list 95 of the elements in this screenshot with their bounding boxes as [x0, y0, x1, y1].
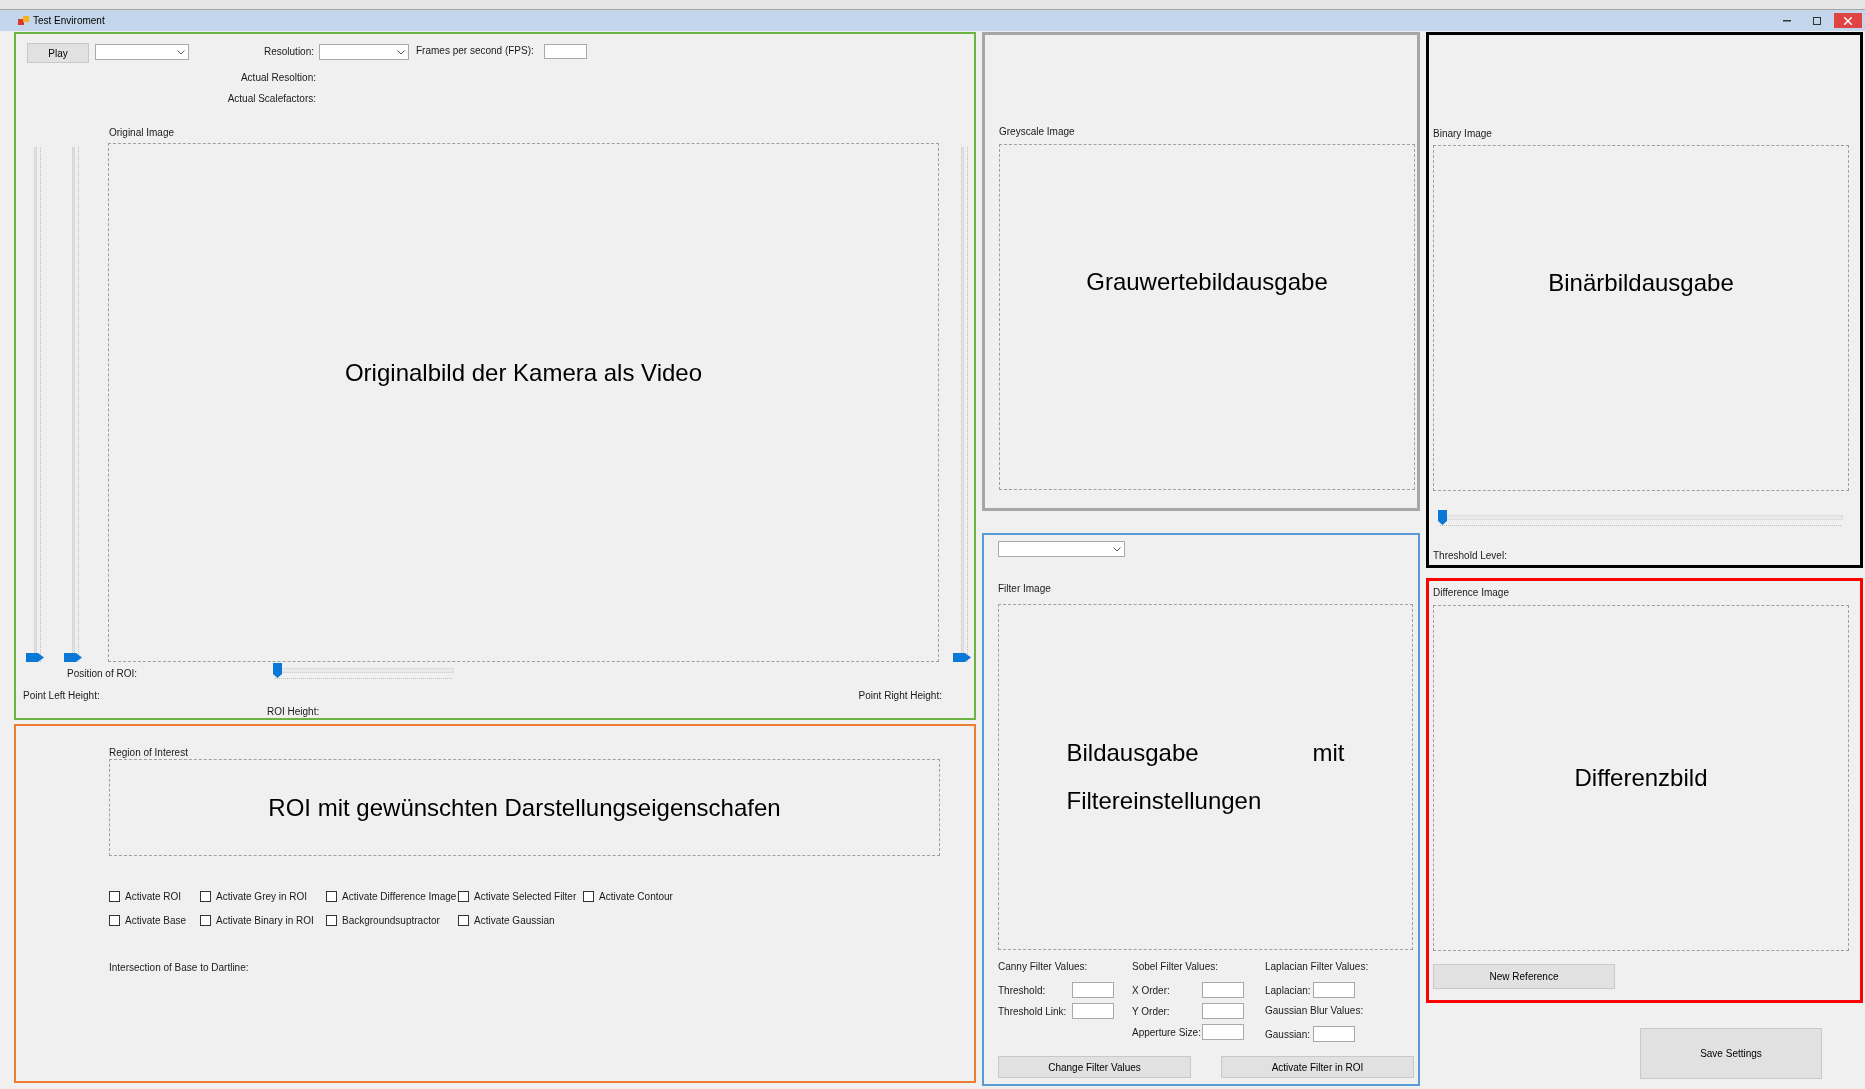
filter-button[interactable]: Change Filter Values [998, 1056, 1191, 1078]
dropdown[interactable] [998, 541, 1125, 557]
maximize-icon [1813, 16, 1821, 25]
input-field[interactable] [1072, 982, 1114, 998]
intersection-label: Intersection of Base to Dartline: [109, 961, 249, 975]
point-left-label: Point Left Height: [23, 689, 100, 703]
checkbox-label: Activate Gaussian [474, 914, 555, 928]
field-label: Threshold: [998, 983, 1047, 998]
checkbox-box[interactable] [583, 891, 594, 902]
fps-field[interactable] [544, 44, 587, 59]
image-caption: Grauwertebildausgabe [1086, 267, 1328, 297]
vertical-slider[interactable] [953, 147, 971, 662]
threshold-label: Threshold Level: [1433, 549, 1507, 563]
app-icon [18, 15, 29, 26]
filter-button[interactable]: Activate Filter in ROI [1221, 1056, 1414, 1078]
group-heading: Laplacian Filter Values: [1265, 960, 1369, 974]
input-field[interactable] [1072, 1003, 1114, 1019]
input-field[interactable] [1313, 1026, 1355, 1042]
checkbox-label: Activate Contour [599, 890, 673, 904]
checkbox-label: Activate ROI [125, 890, 182, 904]
checkbox-box[interactable] [109, 915, 120, 926]
chevron-down-icon [177, 49, 185, 55]
checkbox-label: Activate Binary in ROI [216, 914, 314, 928]
field-label: Apperture Size: [1132, 1025, 1202, 1040]
horizontal-slider[interactable] [1438, 510, 1843, 528]
chevron-down-icon [397, 49, 405, 55]
resolution-label: Resolution: [262, 45, 314, 59]
save-settings-button[interactable]: Save Settings [1640, 1028, 1822, 1079]
checkbox[interactable]: Activate Difference Image [326, 889, 457, 904]
roi-caption: ROI mit gewünschten Darstellungseigenschafen [268, 792, 781, 823]
horizontal-slider[interactable] [273, 663, 454, 681]
input-field[interactable] [1202, 1024, 1244, 1040]
checkbox[interactable]: Backgroundsuptractor [326, 913, 440, 928]
group-heading: Gaussian Blur Values: [1265, 1004, 1365, 1018]
checkbox[interactable]: Activate Grey in ROI [200, 889, 308, 904]
field-label: X Order: [1132, 983, 1171, 998]
close-icon [1844, 16, 1852, 25]
slider-thumb[interactable] [953, 653, 971, 662]
field-label: Laplacian: [1265, 983, 1312, 998]
slider-thumb[interactable] [273, 663, 282, 678]
fps-label: Frames per second (FPS): [416, 44, 534, 58]
image-label: Filter Image [998, 582, 1051, 596]
checkbox-box[interactable] [200, 915, 211, 926]
group-heading: Sobel Filter Values: [1132, 960, 1219, 974]
input-field[interactable] [1202, 1003, 1244, 1019]
checkbox-box[interactable] [458, 891, 469, 902]
checkbox-label: Activate Difference Image [342, 890, 457, 904]
image-caption: Originalbild der Kamera als Video [344, 357, 703, 388]
image-caption: Binärbildausgabe [1548, 268, 1734, 298]
checkbox[interactable]: Activate Base [109, 913, 187, 928]
checkbox-label: Activate Selected Filter [474, 890, 577, 904]
field-label: Threshold Link: [998, 1004, 1068, 1019]
checkbox-box[interactable] [200, 891, 211, 902]
dropdown[interactable] [95, 44, 189, 60]
dropdown[interactable] [319, 44, 409, 60]
slider-thumb[interactable] [64, 653, 82, 662]
image-label: Original Image [109, 126, 175, 140]
checkbox-label: Activate Grey in ROI [216, 890, 308, 904]
window-title: Test Enviroment [33, 14, 105, 28]
checkbox-label: Backgroundsuptractor [342, 914, 440, 928]
resolution-label: Actual Resoltion: [239, 71, 316, 85]
checkbox[interactable]: Activate Binary in ROI [200, 913, 314, 928]
image-label: Binary Image [1433, 127, 1492, 141]
checkbox[interactable]: Activate ROI [109, 889, 182, 904]
checkbox[interactable]: Activate Gaussian [458, 913, 555, 928]
input-field[interactable] [1202, 982, 1244, 998]
input-field[interactable] [1313, 982, 1355, 998]
checkbox-box[interactable] [109, 891, 120, 902]
image-caption: Bildausgabe mit Filtereinstellungen [1066, 738, 1345, 816]
vertical-slider[interactable] [26, 147, 44, 662]
checkbox-box[interactable] [326, 891, 337, 902]
checkbox-box[interactable] [458, 915, 469, 926]
image-label: Difference Image [1433, 586, 1509, 600]
minimize-icon [1783, 19, 1791, 22]
position-label: Position of ROI: [67, 667, 138, 681]
checkbox[interactable]: Activate Contour [583, 889, 673, 904]
image-label: Greyscale Image [999, 125, 1075, 139]
play-button[interactable]: Play [27, 43, 89, 63]
point-right-label: Point Right Height: [857, 689, 942, 703]
field-label: Gaussian: [1265, 1027, 1312, 1042]
slider-thumb[interactable] [26, 653, 44, 662]
checkbox-box[interactable] [326, 915, 337, 926]
new-reference-button[interactable]: New Reference [1433, 964, 1615, 989]
slider-thumb[interactable] [1438, 510, 1447, 525]
roi-height-label: ROI Height: [267, 705, 320, 719]
chevron-down-icon [1113, 546, 1121, 552]
close-button[interactable] [1834, 13, 1862, 28]
image-caption: Differenzbild [1574, 763, 1708, 793]
scalefactors-label: Actual Scalefactors: [226, 92, 316, 106]
roi-label: Region of Interest [109, 746, 188, 760]
group-heading: Canny Filter Values: [998, 960, 1089, 974]
vertical-slider[interactable] [64, 147, 82, 662]
field-label: Y Order: [1132, 1004, 1171, 1019]
checkbox-label: Activate Base [125, 914, 187, 928]
checkbox[interactable]: Activate Selected Filter [458, 889, 577, 904]
